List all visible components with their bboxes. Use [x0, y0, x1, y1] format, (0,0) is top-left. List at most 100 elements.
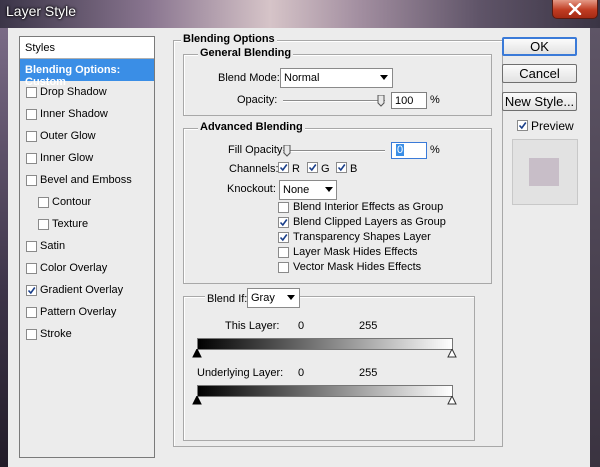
- blend-mode-value: Normal: [284, 72, 320, 84]
- styles-header[interactable]: Styles: [20, 37, 154, 59]
- knockout-value: None: [283, 184, 310, 196]
- opacity-slider-thumb[interactable]: [377, 95, 385, 107]
- style-item-label: Inner Glow: [40, 152, 94, 164]
- underlying-black-slider-icon[interactable]: [192, 396, 202, 405]
- channel-checkbox-b[interactable]: [336, 162, 347, 173]
- channel-label: G: [321, 163, 330, 175]
- close-button[interactable]: [552, 0, 598, 19]
- blend-mode-label: Blend Mode:: [218, 72, 280, 84]
- this-layer-max: 255: [359, 320, 378, 332]
- style-item[interactable]: Stroke: [20, 323, 154, 345]
- window-left-edge: [0, 28, 8, 467]
- style-item[interactable]: Inner Glow: [20, 147, 154, 169]
- advanced-option-label: Blend Interior Effects as Group: [293, 201, 444, 213]
- blend-if-select[interactable]: Gray: [247, 288, 300, 308]
- advanced-option-label: Blend Clipped Layers as Group: [293, 216, 446, 228]
- underlying-layer-gradient-bar: [197, 385, 453, 397]
- advanced-option-checkbox[interactable]: [278, 232, 289, 243]
- knockout-label: Knockout:: [227, 183, 276, 195]
- layer-style-dialog: Styles Blending Options: Custom Drop Shad…: [8, 28, 590, 467]
- style-item-label: Satin: [40, 240, 66, 252]
- opacity-input[interactable]: 100: [391, 92, 427, 109]
- advanced-option-checkbox[interactable]: [278, 262, 289, 273]
- underlying-white-slider-icon[interactable]: [447, 396, 457, 405]
- style-item-checkbox[interactable]: [26, 285, 37, 296]
- style-item-label: Color Overlay: [40, 262, 108, 274]
- style-item-checkbox[interactable]: [38, 197, 49, 208]
- underlying-layer-max: 255: [359, 367, 378, 379]
- style-item[interactable]: Inner Shadow: [20, 103, 154, 125]
- advanced-option-checkbox[interactable]: [278, 217, 289, 228]
- fill-opacity-input[interactable]: 0: [391, 142, 427, 159]
- style-item[interactable]: Pattern Overlay: [20, 301, 154, 323]
- this-layer-black-slider-icon[interactable]: [192, 349, 202, 358]
- style-item[interactable]: Outer Glow: [20, 125, 154, 147]
- checkmark-icon: [279, 234, 288, 242]
- checkmark-icon: [279, 219, 288, 227]
- opacity-input-value: 100: [395, 95, 414, 107]
- channel-label: R: [292, 163, 300, 175]
- style-item[interactable]: Blending Options: Custom: [20, 59, 154, 88]
- style-item-checkbox[interactable]: [26, 329, 37, 340]
- window-title: Layer Style: [6, 3, 77, 19]
- cancel-button[interactable]: Cancel: [502, 64, 577, 83]
- style-item-label: Bevel and Emboss: [40, 174, 132, 186]
- preview-checkbox[interactable]: [517, 120, 528, 131]
- style-item-checkbox[interactable]: [26, 175, 37, 186]
- style-item-checkbox[interactable]: [26, 153, 37, 164]
- channel-checkbox-r[interactable]: [278, 162, 289, 173]
- style-item-checkbox[interactable]: [38, 219, 49, 230]
- style-item-checkbox[interactable]: [26, 307, 37, 318]
- styles-header-label: Styles: [25, 42, 55, 54]
- advanced-blending-title: Advanced Blending: [198, 121, 305, 133]
- blending-options-title: Blending Options: [181, 33, 277, 45]
- style-item[interactable]: Satin: [20, 235, 154, 257]
- style-item[interactable]: Drop Shadow: [20, 81, 154, 103]
- this-layer-white-slider-icon[interactable]: [447, 349, 457, 358]
- advanced-option-checkbox[interactable]: [278, 202, 289, 213]
- fill-opacity-slider-track[interactable]: [283, 150, 385, 152]
- style-item-checkbox[interactable]: [26, 263, 37, 274]
- fill-opacity-slider-thumb[interactable]: [283, 145, 291, 157]
- underlying-layer-min: 0: [298, 367, 305, 379]
- style-item[interactable]: Texture: [20, 213, 154, 235]
- knockout-select[interactable]: None: [279, 180, 337, 200]
- style-item-label: Gradient Overlay: [40, 284, 124, 296]
- opacity-label: Opacity:: [237, 94, 278, 106]
- opacity-slider-track[interactable]: [283, 100, 385, 102]
- style-item[interactable]: Contour: [20, 191, 154, 213]
- preview-thumbnail: [512, 139, 578, 205]
- chevron-down-icon: [325, 187, 333, 192]
- style-item-checkbox[interactable]: [26, 241, 37, 252]
- fill-opacity-label: Fill Opacity:: [228, 144, 286, 156]
- style-item[interactable]: Color Overlay: [20, 257, 154, 279]
- style-item-label: Stroke: [40, 328, 72, 340]
- advanced-option-label: Vector Mask Hides Effects: [293, 261, 422, 273]
- chevron-down-icon: [380, 75, 388, 80]
- advanced-option-checkbox[interactable]: [278, 247, 289, 258]
- title-bar[interactable]: Layer Style: [0, 0, 600, 22]
- blend-if-value: Gray: [251, 292, 275, 304]
- checkmark-icon: [27, 287, 36, 295]
- styles-list: Styles Blending Options: Custom Drop Shad…: [19, 36, 155, 458]
- style-item-label: Outer Glow: [40, 130, 96, 142]
- this-layer-min: 0: [298, 320, 305, 332]
- fill-opacity-percent-label: %: [430, 144, 440, 156]
- style-item-label: Texture: [52, 218, 89, 230]
- channels-label: Channels:: [229, 163, 279, 175]
- new-style-button[interactable]: New Style...: [502, 92, 577, 111]
- style-item-checkbox[interactable]: [26, 131, 37, 142]
- this-layer-gradient-bar: [197, 338, 453, 350]
- blend-mode-select[interactable]: Normal: [280, 68, 393, 88]
- blend-if-label: Blend If:: [205, 293, 250, 305]
- channel-checkbox-g[interactable]: [307, 162, 318, 173]
- ok-button[interactable]: OK: [502, 37, 577, 56]
- style-item-label: Drop Shadow: [40, 86, 107, 98]
- style-item[interactable]: Gradient Overlay: [20, 279, 154, 301]
- style-item-checkbox[interactable]: [26, 109, 37, 120]
- style-item-label: Pattern Overlay: [40, 306, 117, 318]
- checkmark-icon: [518, 122, 527, 130]
- style-item[interactable]: Bevel and Emboss: [20, 169, 154, 191]
- style-item-checkbox[interactable]: [26, 87, 37, 98]
- checkmark-icon: [279, 164, 288, 172]
